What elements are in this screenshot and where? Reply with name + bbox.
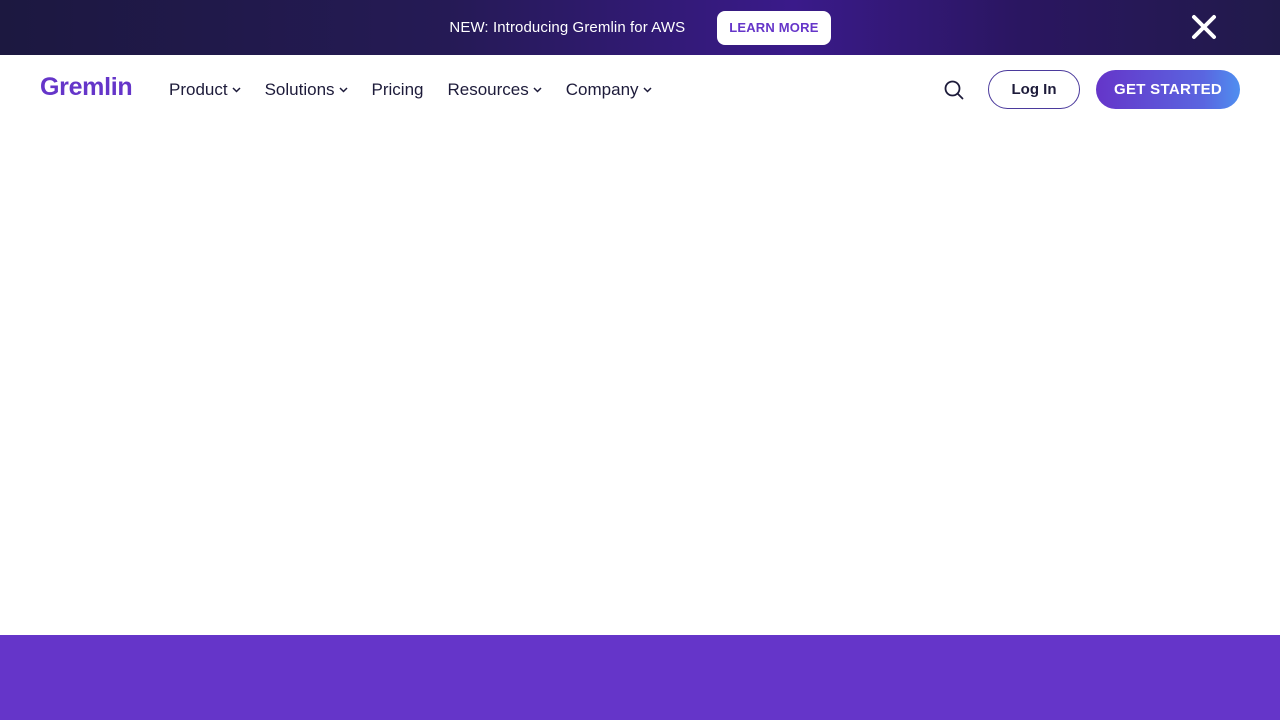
nav-item-label: Company <box>565 80 639 99</box>
nav-item-label: Resources <box>447 80 529 99</box>
chevron-down-icon <box>643 87 652 93</box>
announcement-bar: NEW: Introducing Gremlin for AWS LEARN M… <box>0 0 1280 55</box>
main-content <box>0 125 1280 635</box>
nav-menu: Product Solutions Pricing Resources Comp… <box>169 55 676 125</box>
search-icon <box>944 80 964 100</box>
nav-item-company[interactable]: Company <box>566 80 652 100</box>
login-button[interactable]: Log In <box>988 70 1080 109</box>
close-announcement-button[interactable] <box>1188 11 1220 43</box>
nav-item-resources[interactable]: Resources <box>448 80 542 100</box>
gremlin-logo[interactable]: Gremlin <box>40 73 133 102</box>
search-button[interactable] <box>942 78 966 102</box>
chevron-down-icon <box>339 87 348 93</box>
nav-item-solutions[interactable]: Solutions <box>265 80 348 100</box>
chevron-down-icon <box>232 87 241 93</box>
nav-item-pricing[interactable]: Pricing <box>372 80 424 100</box>
nav-item-label: Product <box>169 80 228 99</box>
learn-more-button[interactable]: LEARN MORE <box>717 10 831 45</box>
nav-item-label: Pricing <box>371 80 424 99</box>
main-navigation: Gremlin Product Solutions Pricing Resour… <box>0 55 1280 125</box>
chevron-down-icon <box>533 87 542 93</box>
purple-section-band <box>0 635 1280 720</box>
close-icon <box>1192 15 1216 39</box>
get-started-button[interactable]: GET STARTED <box>1096 70 1240 109</box>
announcement-text: NEW: Introducing Gremlin for AWS <box>449 19 686 36</box>
nav-item-label: Solutions <box>264 80 335 99</box>
nav-item-product[interactable]: Product <box>169 80 241 100</box>
